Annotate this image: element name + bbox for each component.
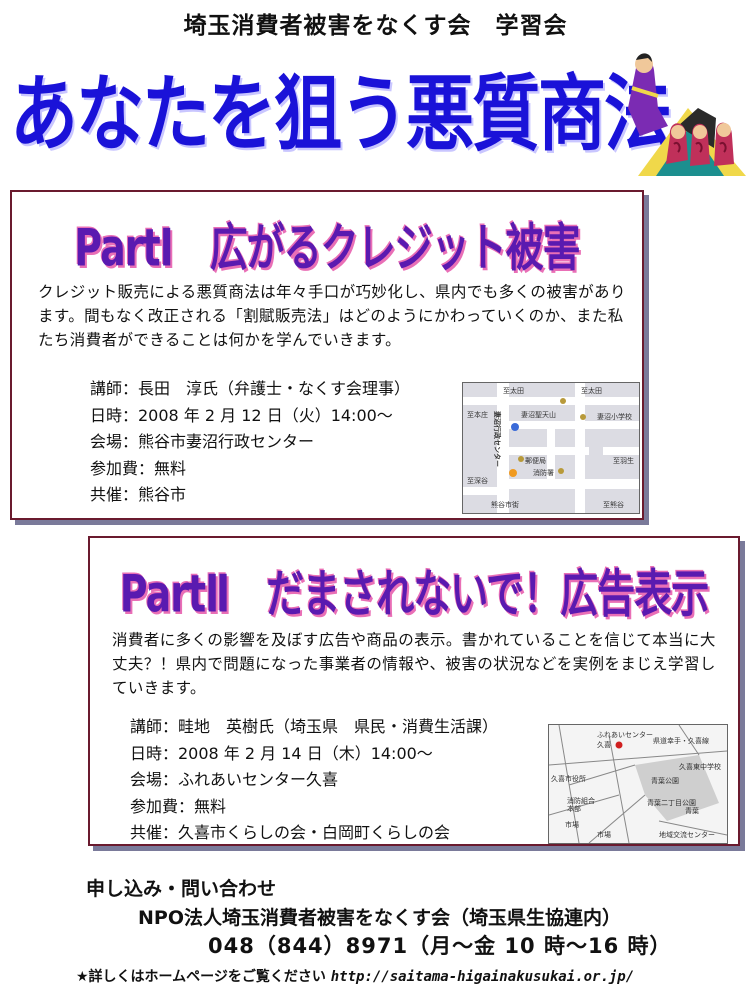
map1-marker-icon [580, 414, 586, 420]
map1-label: 至羽生 [613, 456, 634, 465]
map1-route-icon [511, 423, 519, 431]
map2-label: 久喜 [597, 740, 611, 749]
part2-fee: 参加費：無料 [130, 796, 227, 816]
map1-marker-icon [560, 398, 566, 404]
part2-lecturer: 講師：畦地 英樹氏（埼玉県 県民・消費生活課） [130, 717, 499, 736]
map1-label: 郵便局 [525, 456, 546, 465]
part2-description: 消費者に多くの影響を及ぼす広告や商品の表示。書かれていることを信じて本当に大丈夫… [112, 631, 716, 697]
map1-label: 熊谷市街 [491, 500, 519, 509]
map2-label: 市場 [597, 830, 611, 839]
part2-datetime: 日時：2008 年 2 月 14 日（木）14:00～ [130, 743, 433, 763]
part2-details: 講師：畦地 英樹氏（埼玉県 県民・消費生活課） 日時：2008 年 2 月 14… [130, 714, 498, 847]
map2-label: 県道幸手・久喜線 [653, 736, 709, 745]
map2-label: ふれあいセンター [597, 730, 653, 739]
map1-label: 妻沼行政センター [493, 411, 502, 467]
org-title: 埼玉消費者被害をなくす会 学習会 [183, 13, 568, 39]
map2-label: 青葉二丁目公園 [647, 798, 696, 807]
map2-label: 青葉 [685, 806, 699, 815]
part2-venue: 会場：ふれあいセンター久喜 [130, 770, 339, 789]
part1-map: 至太田 至太田 妻沼聖天山 至本庄 妻沼行政センター 妻沼小学校 郵便局 消防署… [462, 382, 640, 514]
part2-card: PartⅡ だまされないで！広告表示 消費者に多くの影響を及ぼす広告や商品の表示… [88, 536, 740, 846]
part1-title: PartⅠ 広がるクレジット被害 [74, 218, 581, 278]
map1-venue-marker-icon [509, 469, 517, 477]
part1-details: 講師：長田 淳氏（弁護士・なくす会理事） 日時：2008 年 2 月 12 日（… [90, 376, 410, 509]
map1-marker-icon [558, 468, 564, 474]
part2-map: ふれあいセンター 久喜 県道幸手・久喜線 久喜東中学校 青葉公園 久喜市役所 青… [548, 724, 728, 844]
map2-label: 久喜市役所 [551, 774, 586, 783]
contact-phone: 048（844）8971（月～金 10 時～16 時） [208, 934, 672, 958]
map2-label: 本部 [567, 804, 581, 813]
people-clipart-icon [628, 53, 746, 176]
map1-label: 至太田 [503, 386, 524, 395]
map1-label: 妻沼小学校 [597, 412, 632, 421]
map1-label: 妻沼聖天山 [521, 410, 556, 419]
map1-label: 至本庄 [467, 410, 488, 419]
map2-label: 久喜東中学校 [679, 762, 721, 771]
map1-label: 至深谷 [467, 476, 488, 485]
map1-label: 至太田 [581, 386, 602, 395]
footer-note: ★詳しくはホームページをご覧ください http://saitama-higain… [76, 966, 634, 986]
part2-cohost: 共催：久喜市くらしの会・白岡町くらしの会 [130, 823, 451, 842]
map2-label: 消防組合 [567, 796, 595, 805]
contact-heading: 申し込み・問い合わせ [86, 878, 277, 900]
map1-label: 消防署 [533, 468, 554, 477]
map2-label: 地域交流センター [659, 830, 715, 839]
map2-label: 市場 [565, 820, 579, 829]
part1-lecturer: 講師：長田 淳氏（弁護士・なくす会理事） [90, 379, 411, 398]
map2-label: 青葉公園 [651, 776, 679, 785]
map1-label: 至熊谷 [603, 500, 624, 509]
map1-marker-icon [518, 456, 524, 462]
part1-venue: 会場：熊谷市妻沼行政センター [90, 432, 315, 451]
part1-card: PartⅠ 広がるクレジット被害 クレジット販売による悪質商法は年々手口が巧妙化… [10, 190, 644, 520]
part2-title: PartⅡ だまされないで！広告表示 [119, 564, 710, 624]
homepage-link[interactable]: http://saitama-higainakusukai.or.jp/ [331, 969, 634, 985]
part1-fee: 参加費：無料 [90, 458, 187, 478]
part1-datetime: 日時：2008 年 2 月 12 日（火）14:00～ [90, 405, 393, 425]
map2-venue-marker-icon [615, 741, 623, 749]
part1-cohost: 共催：熊谷市 [90, 485, 187, 504]
footer-note-text: ★詳しくはホームページをご覧ください [76, 969, 326, 985]
part1-description: クレジット販売による悪質商法は年々手口が巧妙化し、県内でも多くの被害があります。… [38, 283, 626, 349]
main-title: あなたを狙う悪質商法 [9, 66, 672, 164]
contact-org: NPO法人埼玉消費者被害をなくす会（埼玉県生協連内） [138, 907, 621, 929]
